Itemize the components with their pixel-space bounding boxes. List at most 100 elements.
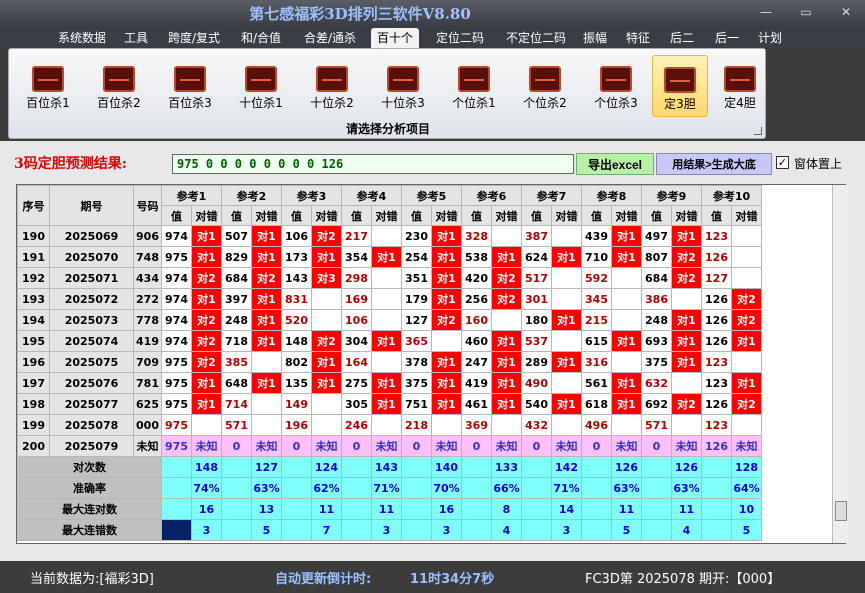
ribbon-button-label: 百位杀3 xyxy=(168,96,212,110)
ref-value: 714 xyxy=(221,393,252,415)
table-row[interactable]: 196 2025075 709 975 对2 385 802 对1 164 378 对1 247 对1 2… xyxy=(17,351,762,373)
ribbon-button-3[interactable]: 十位杀1 xyxy=(227,55,295,117)
menu-1[interactable]: 工具 xyxy=(118,28,154,48)
row-no: 190 xyxy=(17,225,50,247)
menu-4[interactable]: 合差/通杀 xyxy=(299,28,361,48)
stat-value: 66% xyxy=(491,477,522,499)
ribbon-button-5[interactable]: 十位杀3 xyxy=(369,55,437,117)
table-row[interactable]: 197 2025076 781 975 对1 648 对1 135 对1 275 对1 375 对1 41… xyxy=(17,372,762,394)
menu-7[interactable]: 不定位二码 xyxy=(498,28,574,48)
chart-icon xyxy=(664,67,696,93)
stat-blank xyxy=(641,519,672,541)
table-row[interactable]: 195 2025074 419 974 对2 718 对1 148 对2 304 对1 365 460 对… xyxy=(17,330,762,352)
chart-icon xyxy=(387,66,419,92)
ref-hit: 对1 xyxy=(731,372,762,394)
stat-value: 133 xyxy=(491,456,522,478)
ribbon-button-9[interactable]: 定3胆 xyxy=(652,55,708,117)
ref-hit: 对2 xyxy=(191,351,222,373)
ribbon-button-8[interactable]: 个位杀3 xyxy=(582,55,650,117)
table-row[interactable]: 193 2025072 272 974 对1 397 对1 831 169 179 对1 256 对2 3… xyxy=(17,288,762,310)
menu-11[interactable]: 后一 xyxy=(709,28,745,48)
row-no: 200 xyxy=(17,435,50,457)
generate-button[interactable]: 用结果>生成大底 xyxy=(656,153,772,175)
stat-value: 5 xyxy=(611,519,642,541)
header-val: 值 xyxy=(221,205,252,226)
ref-hit xyxy=(311,288,342,310)
ribbon-button-1[interactable]: 百位杀2 xyxy=(85,55,153,117)
ribbon-button-6[interactable]: 个位杀1 xyxy=(440,55,508,117)
menu-3[interactable]: 和/合值 xyxy=(237,28,285,48)
stat-blank xyxy=(401,519,432,541)
ref-value: 975 xyxy=(161,246,192,268)
menu-10[interactable]: 后二 xyxy=(664,28,700,48)
ref-hit: 对1 xyxy=(611,330,642,352)
ref-hit xyxy=(491,225,522,247)
stat-row: 对次数 148 127 124 143 140 133 142 126 126 128 xyxy=(17,456,762,478)
ribbon-button-10[interactable]: 定4胆 xyxy=(712,55,768,117)
stat-value: 5 xyxy=(731,519,762,541)
menu-6[interactable]: 定位二码 xyxy=(429,28,491,48)
ref-hit xyxy=(371,267,402,289)
ribbon-button-2[interactable]: 百位杀3 xyxy=(156,55,224,117)
stat-value: 7 xyxy=(311,519,342,541)
data-grid[interactable]: 序号 期号 号码 参考1 参考2 参考3 参考4 参考5 参考6 参考7 参考8 参考9 参考10 值对错… xyxy=(16,184,846,544)
ribbon-button-7[interactable]: 个位杀2 xyxy=(511,55,579,117)
table-row[interactable]: 191 2025070 748 975 对1 829 对1 173 对1 354 对1 254 对1 53… xyxy=(17,246,762,268)
table-row[interactable]: 190 2025069 906 974 对1 507 对1 106 对2 217 230 对1 328 3… xyxy=(17,225,762,247)
ref-value: 126 xyxy=(701,330,732,352)
table-row[interactable]: 200 2025079 未知 975 未知 0 未知 0 未知 0 未知 0 未知 0 未知 0 未知 0 未知 0 未… xyxy=(17,435,762,457)
menu-8[interactable]: 振幅 xyxy=(577,28,613,48)
ref-hit xyxy=(611,309,642,331)
table-row[interactable]: 199 2025078 000 975 571 196 246 218 369 432 496 571… xyxy=(17,414,762,436)
ref-value: 432 xyxy=(521,414,552,436)
menu-2[interactable]: 跨度/复式 xyxy=(163,28,225,48)
header-hit: 对错 xyxy=(251,205,282,226)
stat-blank xyxy=(161,456,192,478)
header-ref: 参考1 xyxy=(161,185,222,206)
menu-5[interactable]: 百十个 xyxy=(371,28,419,48)
row-no: 193 xyxy=(17,288,50,310)
ribbon-expand-icon[interactable] xyxy=(754,127,762,135)
menu-9[interactable]: 特征 xyxy=(620,28,656,48)
ref-value: 571 xyxy=(221,414,252,436)
header-ref: 参考5 xyxy=(401,185,462,206)
ref-value: 248 xyxy=(221,309,252,331)
ribbon-button-0[interactable]: 百位杀1 xyxy=(14,55,82,117)
maximize-button[interactable]: ▭ xyxy=(792,3,820,21)
menu-12[interactable]: 计划 xyxy=(752,28,788,48)
ref-value: 123 xyxy=(701,351,732,373)
ref-value: 461 xyxy=(461,393,492,415)
header-val: 值 xyxy=(641,205,672,226)
ribbon-button-4[interactable]: 十位杀2 xyxy=(298,55,366,117)
table-row[interactable]: 192 2025071 434 974 对2 684 对2 143 对3 298 351 对1 420 对… xyxy=(17,267,762,289)
stat-blank xyxy=(581,477,612,499)
chart-icon xyxy=(600,66,632,92)
table-row[interactable]: 194 2025073 778 974 对2 248 对1 520 106 127 对2 160 180… xyxy=(17,309,762,331)
ref-value: 275 xyxy=(341,372,372,394)
stay-on-top-checkbox[interactable]: ✓ xyxy=(776,156,789,169)
scrollbar-thumb[interactable] xyxy=(835,501,847,521)
ref-hit xyxy=(611,414,642,436)
ref-hit xyxy=(311,309,342,331)
row-issue: 2025075 xyxy=(49,351,134,373)
prediction-result-field[interactable]: 975 0 0 0 0 0 0 0 0 126 xyxy=(172,154,574,174)
ref-value: 648 xyxy=(221,372,252,394)
export-excel-button[interactable]: 导出excel xyxy=(576,153,654,175)
ref-value: 419 xyxy=(461,372,492,394)
row-no: 192 xyxy=(17,267,50,289)
close-button[interactable]: ✕ xyxy=(832,3,860,21)
table-row[interactable]: 198 2025077 625 975 对1 714 149 305 对1 751 对1 461 对1 5… xyxy=(17,393,762,415)
ref-hit: 对1 xyxy=(311,372,342,394)
stat-value: 10 xyxy=(731,498,762,520)
menu-0[interactable]: 系统数据 xyxy=(52,28,112,48)
minimize-button[interactable]: — xyxy=(752,3,780,21)
row-issue: 2025079 xyxy=(49,435,134,457)
ref-hit xyxy=(731,246,762,268)
ref-value: 196 xyxy=(281,414,312,436)
ribbon-button-label: 百位杀1 xyxy=(26,96,70,110)
vertical-scrollbar[interactable] xyxy=(832,185,848,543)
stat-blank xyxy=(701,456,732,478)
ref-hit xyxy=(611,267,642,289)
ribbon-button-label: 个位杀3 xyxy=(594,96,638,110)
ref-hit xyxy=(551,288,582,310)
